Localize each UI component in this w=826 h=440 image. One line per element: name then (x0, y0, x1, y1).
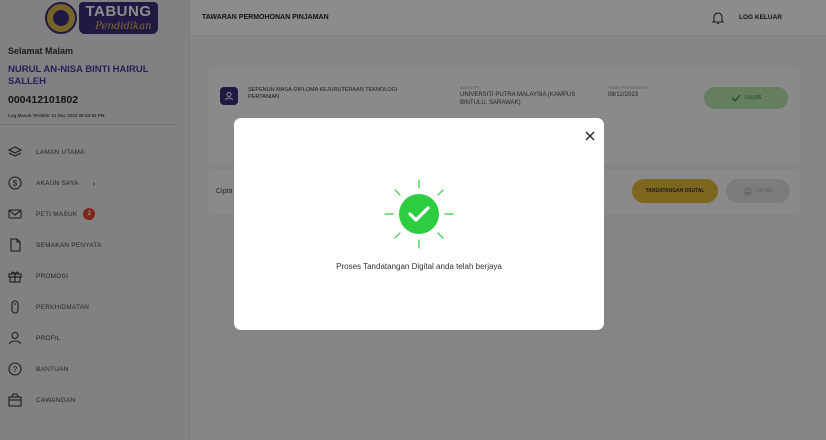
success-check-icon (379, 174, 459, 254)
success-modal: Proses Tandatangan Digital anda telah be… (234, 118, 604, 330)
close-icon[interactable] (582, 128, 598, 144)
success-message: Proses Tandatangan Digital anda telah be… (336, 262, 502, 271)
